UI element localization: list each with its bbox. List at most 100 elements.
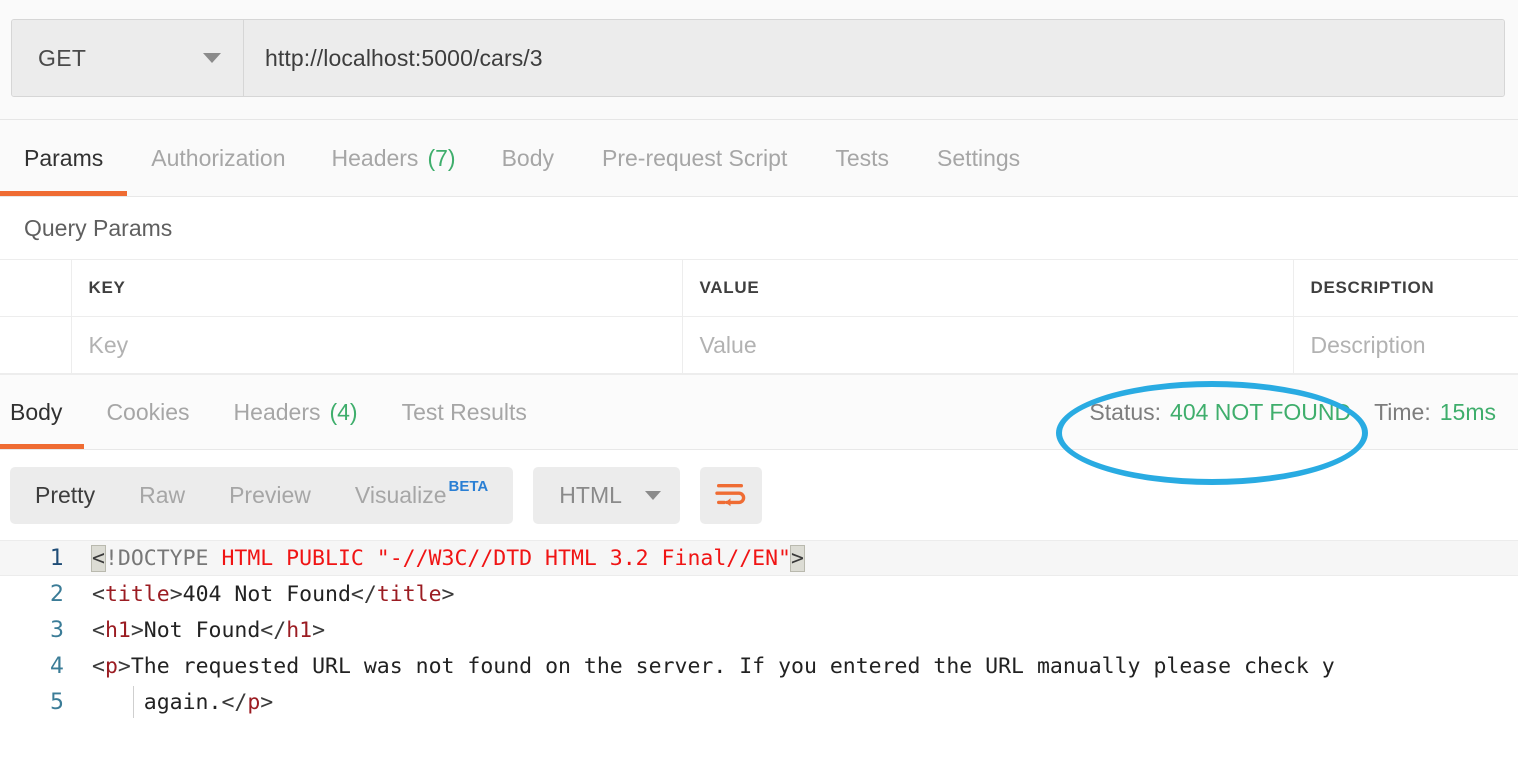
response-tab-body[interactable]: Body: [0, 375, 85, 449]
view-mode-label: Raw: [139, 481, 186, 508]
row-description-cell[interactable]: Description: [1293, 316, 1518, 374]
view-mode-visualize[interactable]: Visualize BETA: [333, 467, 510, 524]
code-line: 1 <!DOCTYPE HTML PUBLIC "-//W3C//DTD HTML…: [0, 540, 1518, 576]
code-token: >: [260, 689, 274, 715]
code-token: <: [92, 653, 105, 679]
tab-settings[interactable]: Settings: [913, 120, 1044, 196]
response-tab-test-results[interactable]: Test Results: [380, 375, 549, 449]
http-method-dropdown[interactable]: GET: [12, 20, 244, 96]
code-token: >: [130, 617, 144, 643]
view-mode-raw[interactable]: Raw: [117, 467, 207, 524]
response-format-dropdown[interactable]: HTML: [533, 466, 680, 524]
tab-label: Settings: [937, 144, 1021, 171]
query-params-table: KEY VALUE DESCRIPTION Key Value Descript…: [0, 259, 1518, 374]
header-cell-description: DESCRIPTION: [1293, 259, 1518, 317]
response-tab-label: Test Results: [401, 398, 527, 425]
tab-label: Params: [24, 144, 104, 171]
header-label-key: KEY: [88, 278, 126, 297]
description-input-placeholder: Description: [1310, 331, 1426, 358]
code-token: >: [169, 581, 183, 607]
status-label: Status:: [1089, 398, 1162, 425]
code-line-content: <h1>Not Found</h1>: [92, 618, 325, 643]
tab-label: Pre-request Script: [602, 144, 788, 171]
status-badge: Status: 404 NOT FOUND: [1089, 399, 1351, 426]
response-tab-cookies[interactable]: Cookies: [84, 375, 211, 449]
time-badge: Time: 15ms: [1374, 399, 1496, 426]
row-checkbox-cell[interactable]: [0, 316, 72, 374]
request-url-bar-region: GET http://localhost:5000/cars/3: [0, 0, 1518, 120]
query-params-title: Query Params: [24, 214, 173, 241]
code-token: <: [91, 544, 106, 572]
tab-body[interactable]: Body: [478, 120, 578, 196]
response-tab-label: Cookies: [106, 398, 190, 425]
view-mode-label: Preview: [229, 481, 311, 508]
tab-label: Headers: [331, 144, 419, 171]
code-token: </: [350, 581, 377, 607]
status-value: 404 NOT FOUND: [1170, 398, 1352, 425]
line-number: 2: [50, 581, 64, 607]
response-tabs-group: Body Cookies Headers (4) Test Results: [0, 375, 549, 449]
tab-count-badge: (7): [427, 144, 456, 171]
code-token: </: [260, 617, 287, 643]
response-tab-bar: Body Cookies Headers (4) Test Results Status…: [0, 374, 1518, 450]
table-row: Key Value Description: [0, 316, 1518, 374]
code-token: >: [312, 617, 326, 643]
code-token: p: [247, 689, 261, 715]
header-cell-select: [0, 259, 72, 317]
code-token: <: [92, 617, 105, 643]
code-line-content: <title>404 Not Found</title>: [92, 582, 455, 607]
code-token: >: [117, 653, 131, 679]
row-value-cell[interactable]: Value: [682, 316, 1294, 374]
code-token: h1: [104, 617, 131, 643]
response-tab-headers[interactable]: Headers (4): [212, 375, 380, 449]
view-mode-preview[interactable]: Preview: [207, 467, 333, 524]
time-value: 15ms: [1439, 398, 1496, 425]
code-token: >: [441, 581, 455, 607]
code-token: </: [221, 689, 248, 715]
code-token: The requested URL was not found on the s…: [130, 653, 1335, 679]
response-tab-label: Body: [10, 398, 63, 425]
view-mode-pretty[interactable]: Pretty: [13, 467, 117, 524]
view-mode-segmented-control: Pretty Raw Preview Visualize BETA: [10, 466, 514, 524]
code-token: 404 Not Found: [182, 581, 351, 607]
header-cell-key: KEY: [71, 259, 683, 317]
request-tab-bar: Params Authorization Headers (7) Body Pre-req…: [0, 120, 1518, 197]
view-mode-label: Visualize: [354, 481, 447, 508]
chevron-down-icon: [644, 490, 661, 500]
word-wrap-icon: [715, 484, 746, 507]
code-token: again.: [92, 689, 222, 715]
code-token: <: [92, 581, 105, 607]
tab-tests[interactable]: Tests: [811, 120, 913, 196]
code-token: Not Found: [143, 617, 261, 643]
code-token: title: [376, 581, 442, 607]
tab-headers[interactable]: Headers (7): [310, 120, 478, 196]
header-label-description: DESCRIPTION: [1310, 278, 1435, 297]
word-wrap-toggle-button[interactable]: [699, 466, 762, 524]
indent-guide: [133, 686, 134, 718]
code-token: !DOCTYPE: [104, 545, 222, 571]
code-line: 3 <h1>Not Found</h1>: [0, 612, 1518, 648]
code-token: title: [104, 581, 170, 607]
response-meta-group: Status: 404 NOT FOUND Time: 15ms: [1066, 375, 1496, 449]
row-key-cell[interactable]: Key: [71, 316, 683, 374]
chevron-down-icon: [203, 53, 221, 63]
request-url-value: http://localhost:5000/cars/3: [265, 44, 543, 71]
code-line: 4 <p>The requested URL was not found on t…: [0, 648, 1518, 684]
response-tab-count-badge: (4): [329, 398, 358, 425]
line-number: 1: [50, 545, 64, 571]
query-params-header: Query Params: [0, 197, 1518, 259]
line-number: 5: [50, 689, 64, 715]
tab-label: Tests: [835, 144, 890, 171]
tab-authorization[interactable]: Authorization: [127, 120, 309, 196]
tab-pre-request-script[interactable]: Pre-request Script: [578, 120, 811, 196]
tab-params[interactable]: Params: [0, 120, 128, 196]
http-method-label: GET: [38, 44, 87, 71]
header-cell-value: VALUE: [682, 259, 1294, 317]
table-header-row: KEY VALUE DESCRIPTION: [0, 259, 1518, 317]
code-token: h1: [286, 617, 313, 643]
tab-label: Authorization: [151, 144, 286, 171]
request-url-input[interactable]: http://localhost:5000/cars/3: [244, 20, 1504, 96]
code-token: HTML PUBLIC "-//W3C//DTD HTML 3.2 Final/…: [221, 545, 791, 571]
code-line-content: <p>The requested URL was not found on th…: [92, 654, 1335, 679]
response-body-code-viewer[interactable]: 1 <!DOCTYPE HTML PUBLIC "-//W3C//DTD HTML…: [0, 540, 1518, 754]
